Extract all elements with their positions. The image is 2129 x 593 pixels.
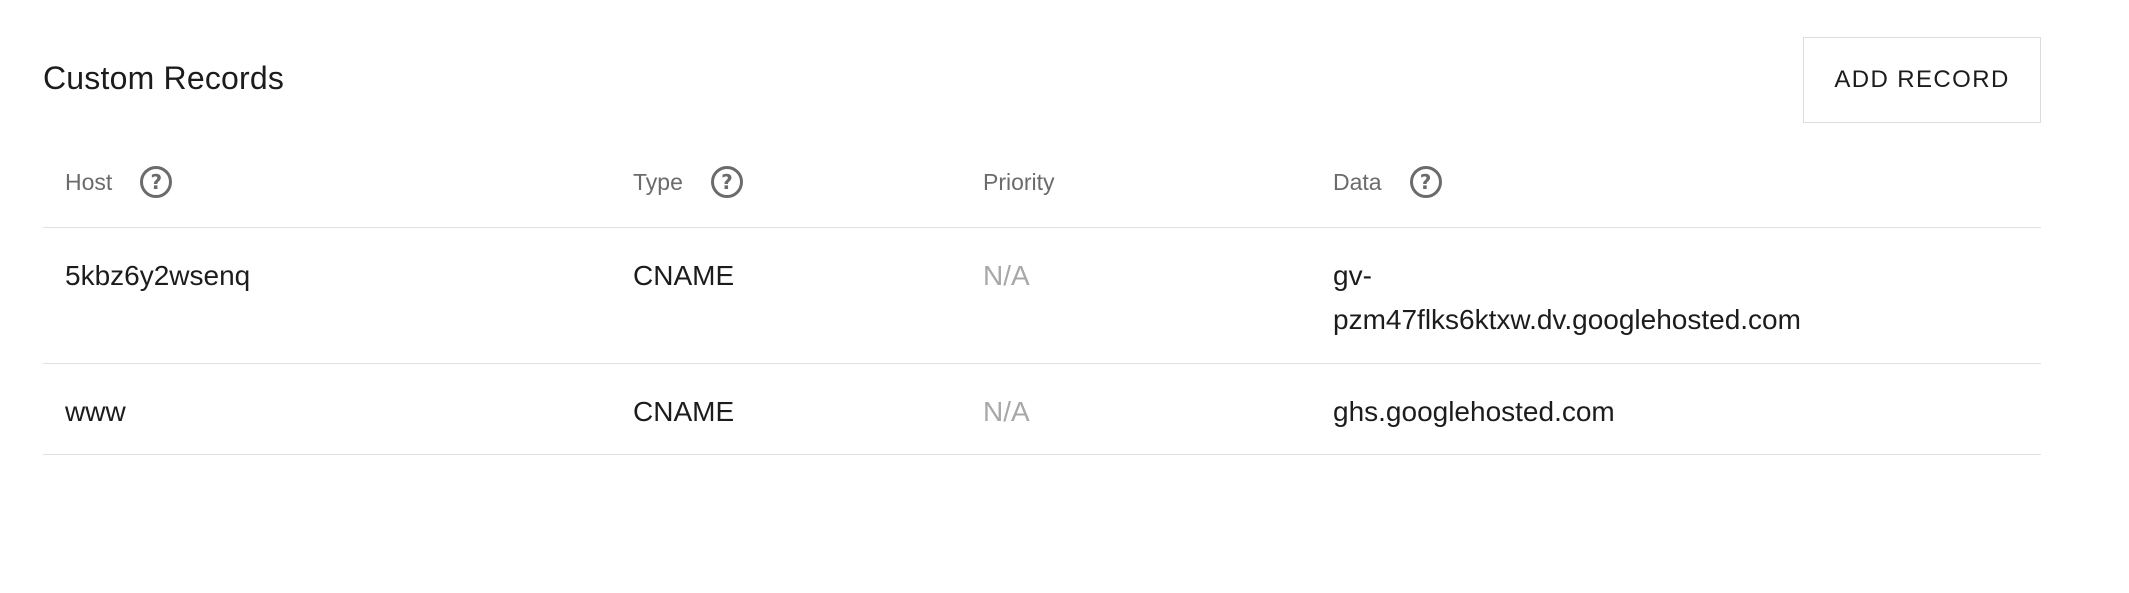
host-help-icon[interactable]: ? [140,166,173,198]
record-type: CNAME [633,260,735,291]
column-header-type-label: Type [633,168,683,195]
column-header-type: Type ? [633,150,743,214]
data-help-icon[interactable]: ? [1409,166,1442,198]
column-header-priority-label: Priority [983,168,1055,195]
record-data-line-1: ghs.googlehosted.com [1333,396,1615,427]
column-header-data-label: Data [1333,168,1382,195]
add-record-button[interactable]: ADD RECORD [1803,37,2041,123]
record-data: gv- pzm47flks6ktxw.dv.googlehosted.com [1333,254,1953,342]
record-type: CNAME [633,396,735,427]
record-data: ghs.googlehosted.com [1333,390,1953,434]
record-host: 5kbz6y2wsenq [65,260,251,291]
column-header-data: Data ? [1333,150,2033,214]
column-header-priority: Priority [983,150,1055,214]
record-data-line-2: pzm47flks6ktxw.dv.googlehosted.com [1333,304,1801,335]
record-data-line-1: gv- [1333,260,1372,291]
type-help-icon[interactable]: ? [710,166,743,198]
table-row[interactable]: 5kbz6y2wsenq CNAME N/A gv- pzm47flks6ktx… [43,228,2041,364]
record-priority: N/A [983,260,1030,291]
column-header-host: Host ? [65,150,173,214]
section-title: Custom Records [43,60,285,96]
custom-records-table: Host ? Type ? Priority Data ? 5kbz6y2wse… [43,150,2041,455]
column-header-host-label: Host [65,168,113,195]
table-row[interactable]: www CNAME N/A ghs.googlehosted.com [43,364,2041,455]
custom-records-section: Custom Records ADD RECORD Host ? Type ? … [43,0,2041,455]
table-header-row: Host ? Type ? Priority Data ? [43,150,2041,228]
record-priority: N/A [983,396,1030,427]
record-host: www [65,396,126,427]
section-header: Custom Records ADD RECORD [43,0,2041,150]
